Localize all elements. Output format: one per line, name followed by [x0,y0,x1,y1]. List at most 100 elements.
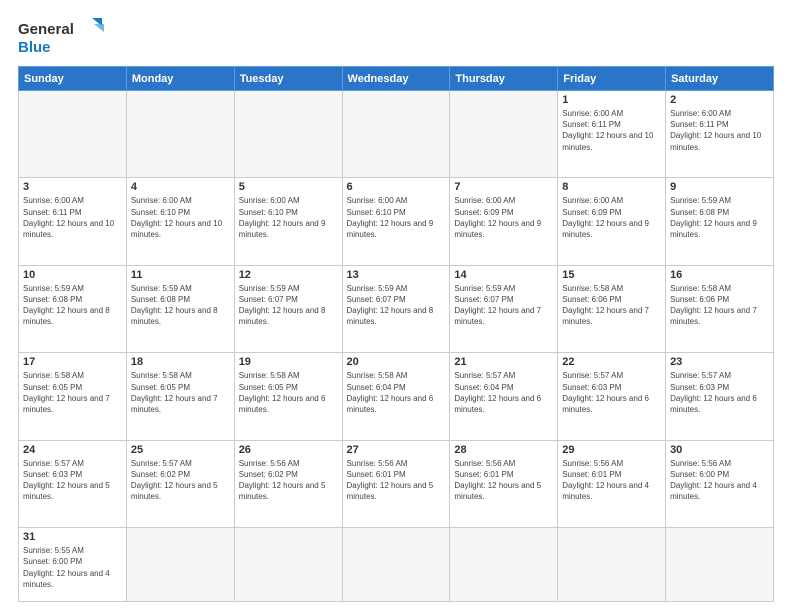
day-info: Sunrise: 5:57 AM Sunset: 6:03 PM Dayligh… [23,458,122,503]
calendar-cell: 14Sunrise: 5:59 AM Sunset: 6:07 PM Dayli… [450,265,558,352]
day-info: Sunrise: 5:56 AM Sunset: 6:01 PM Dayligh… [347,458,446,503]
day-info: Sunrise: 5:58 AM Sunset: 6:05 PM Dayligh… [23,370,122,415]
day-number: 9 [670,181,769,193]
day-info: Sunrise: 5:56 AM Sunset: 6:00 PM Dayligh… [670,458,769,503]
day-info: Sunrise: 6:00 AM Sunset: 6:10 PM Dayligh… [239,195,338,240]
day-info: Sunrise: 5:59 AM Sunset: 6:07 PM Dayligh… [347,283,446,328]
day-info: Sunrise: 5:56 AM Sunset: 6:01 PM Dayligh… [454,458,553,503]
calendar-cell: 17 Sunrise: 5:58 AM Sunset: 6:05 PM Dayli… [19,353,127,440]
day-number: 30 [670,444,769,456]
calendar-cell: 18Sunrise: 5:58 AM Sunset: 6:05 PM Dayli… [126,353,234,440]
calendar-week-row: 1 Sunrise: 6:00 AM Sunset: 6:11 PM Daylig… [19,91,774,178]
day-number: 18 [131,356,230,368]
day-number: 28 [454,444,553,456]
day-info: Sunrise: 6:00 AM Sunset: 6:10 PM Dayligh… [347,195,446,240]
calendar-cell [558,528,666,602]
day-info: Sunrise: 5:58 AM Sunset: 6:04 PM Dayligh… [347,370,446,415]
day-info: Sunrise: 5:57 AM Sunset: 6:04 PM Dayligh… [454,370,553,415]
calendar-cell [234,528,342,602]
day-info: Sunrise: 6:00 AM Sunset: 6:11 PM Dayligh… [23,195,122,240]
day-number: 31 [23,531,122,543]
day-number: 17 [23,356,122,368]
day-info: Sunrise: 5:59 AM Sunset: 6:07 PM Dayligh… [239,283,338,328]
day-number: 16 [670,269,769,281]
calendar-cell: 19 Sunrise: 5:58 AM Sunset: 6:05 PM Dayli… [234,353,342,440]
day-number: 20 [347,356,446,368]
calendar-cell: 5Sunrise: 6:00 AM Sunset: 6:10 PM Daylig… [234,178,342,265]
calendar-cell: 15Sunrise: 5:58 AM Sunset: 6:06 PM Dayli… [558,265,666,352]
day-header-friday: Friday [558,67,666,91]
day-number: 11 [131,269,230,281]
calendar-cell: 26 Sunrise: 5:56 AM Sunset: 6:02 PM Dayli… [234,440,342,527]
day-info: Sunrise: 5:57 AM Sunset: 6:03 PM Dayligh… [670,370,769,415]
day-number: 25 [131,444,230,456]
calendar-cell: 3 Sunrise: 6:00 AM Sunset: 6:11 PM Daylig… [19,178,127,265]
calendar-cell: 21 Sunrise: 5:57 AM Sunset: 6:04 PM Dayli… [450,353,558,440]
calendar-cell: 7Sunrise: 6:00 AM Sunset: 6:09 PM Daylig… [450,178,558,265]
day-number: 2 [670,94,769,106]
day-number: 21 [454,356,553,368]
day-number: 7 [454,181,553,193]
day-info: Sunrise: 5:59 AM Sunset: 6:08 PM Dayligh… [23,283,122,328]
calendar-cell: 30 Sunrise: 5:56 AM Sunset: 6:00 PM Dayli… [666,440,774,527]
calendar-cell: 25 Sunrise: 5:57 AM Sunset: 6:02 PM Dayli… [126,440,234,527]
day-number: 26 [239,444,338,456]
day-number: 14 [454,269,553,281]
calendar-week-row: 31 Sunrise: 5:55 AM Sunset: 6:00 PM Dayli… [19,528,774,602]
day-info: Sunrise: 6:00 AM Sunset: 6:09 PM Dayligh… [562,195,661,240]
calendar-cell [126,528,234,602]
calendar-cell [126,91,234,178]
day-number: 24 [23,444,122,456]
calendar-cell: 28 Sunrise: 5:56 AM Sunset: 6:01 PM Dayli… [450,440,558,527]
calendar-cell [342,91,450,178]
day-info: Sunrise: 5:55 AM Sunset: 6:00 PM Dayligh… [23,545,122,590]
day-header-wednesday: Wednesday [342,67,450,91]
calendar-cell: 29Sunrise: 5:56 AM Sunset: 6:01 PM Dayli… [558,440,666,527]
day-info: Sunrise: 5:58 AM Sunset: 6:06 PM Dayligh… [562,283,661,328]
day-number: 12 [239,269,338,281]
calendar-cell: 31 Sunrise: 5:55 AM Sunset: 6:00 PM Dayli… [19,528,127,602]
calendar-cell: 6 Sunrise: 6:00 AM Sunset: 6:10 PM Daylig… [342,178,450,265]
day-number: 23 [670,356,769,368]
calendar-cell: 23 Sunrise: 5:57 AM Sunset: 6:03 PM Dayli… [666,353,774,440]
calendar-cell: 20 Sunrise: 5:58 AM Sunset: 6:04 PM Dayli… [342,353,450,440]
day-number: 3 [23,181,122,193]
calendar-table: SundayMondayTuesdayWednesdayThursdayFrid… [18,66,774,602]
calendar-cell: 16 Sunrise: 5:58 AM Sunset: 6:06 PM Dayli… [666,265,774,352]
day-header-monday: Monday [126,67,234,91]
calendar-cell [342,528,450,602]
calendar-cell: 1Sunrise: 6:00 AM Sunset: 6:11 PM Daylig… [558,91,666,178]
day-header-saturday: Saturday [666,67,774,91]
svg-text:Blue: Blue [18,39,51,56]
day-info: Sunrise: 5:56 AM Sunset: 6:02 PM Dayligh… [239,458,338,503]
day-info: Sunrise: 5:58 AM Sunset: 6:05 PM Dayligh… [239,370,338,415]
calendar-cell: 27Sunrise: 5:56 AM Sunset: 6:01 PM Dayli… [342,440,450,527]
logo-area: General Blue [18,16,108,58]
calendar-week-row: 17 Sunrise: 5:58 AM Sunset: 6:05 PM Dayli… [19,353,774,440]
page: General Blue SundayMondayTuesdayWednesda… [0,0,792,612]
calendar-cell [450,528,558,602]
calendar-cell: 2 Sunrise: 6:00 AM Sunset: 6:11 PM Daylig… [666,91,774,178]
day-info: Sunrise: 5:58 AM Sunset: 6:06 PM Dayligh… [670,283,769,328]
day-number: 1 [562,94,661,106]
calendar-week-row: 24 Sunrise: 5:57 AM Sunset: 6:03 PM Dayli… [19,440,774,527]
calendar-cell: 4Sunrise: 6:00 AM Sunset: 6:10 PM Daylig… [126,178,234,265]
header: General Blue [18,16,774,58]
day-info: Sunrise: 5:57 AM Sunset: 6:02 PM Dayligh… [131,458,230,503]
calendar-week-row: 10 Sunrise: 5:59 AM Sunset: 6:08 PM Dayli… [19,265,774,352]
day-number: 10 [23,269,122,281]
calendar-cell: 11Sunrise: 5:59 AM Sunset: 6:08 PM Dayli… [126,265,234,352]
calendar-cell: 10 Sunrise: 5:59 AM Sunset: 6:08 PM Dayli… [19,265,127,352]
day-number: 4 [131,181,230,193]
day-number: 6 [347,181,446,193]
day-number: 19 [239,356,338,368]
day-info: Sunrise: 5:57 AM Sunset: 6:03 PM Dayligh… [562,370,661,415]
day-header-thursday: Thursday [450,67,558,91]
day-info: Sunrise: 6:00 AM Sunset: 6:11 PM Dayligh… [670,108,769,153]
calendar-cell [450,91,558,178]
day-info: Sunrise: 5:59 AM Sunset: 6:08 PM Dayligh… [670,195,769,240]
calendar-cell: 13Sunrise: 5:59 AM Sunset: 6:07 PM Dayli… [342,265,450,352]
svg-text:General: General [18,21,74,38]
calendar-week-row: 3 Sunrise: 6:00 AM Sunset: 6:11 PM Daylig… [19,178,774,265]
calendar-cell: 24 Sunrise: 5:57 AM Sunset: 6:03 PM Dayli… [19,440,127,527]
